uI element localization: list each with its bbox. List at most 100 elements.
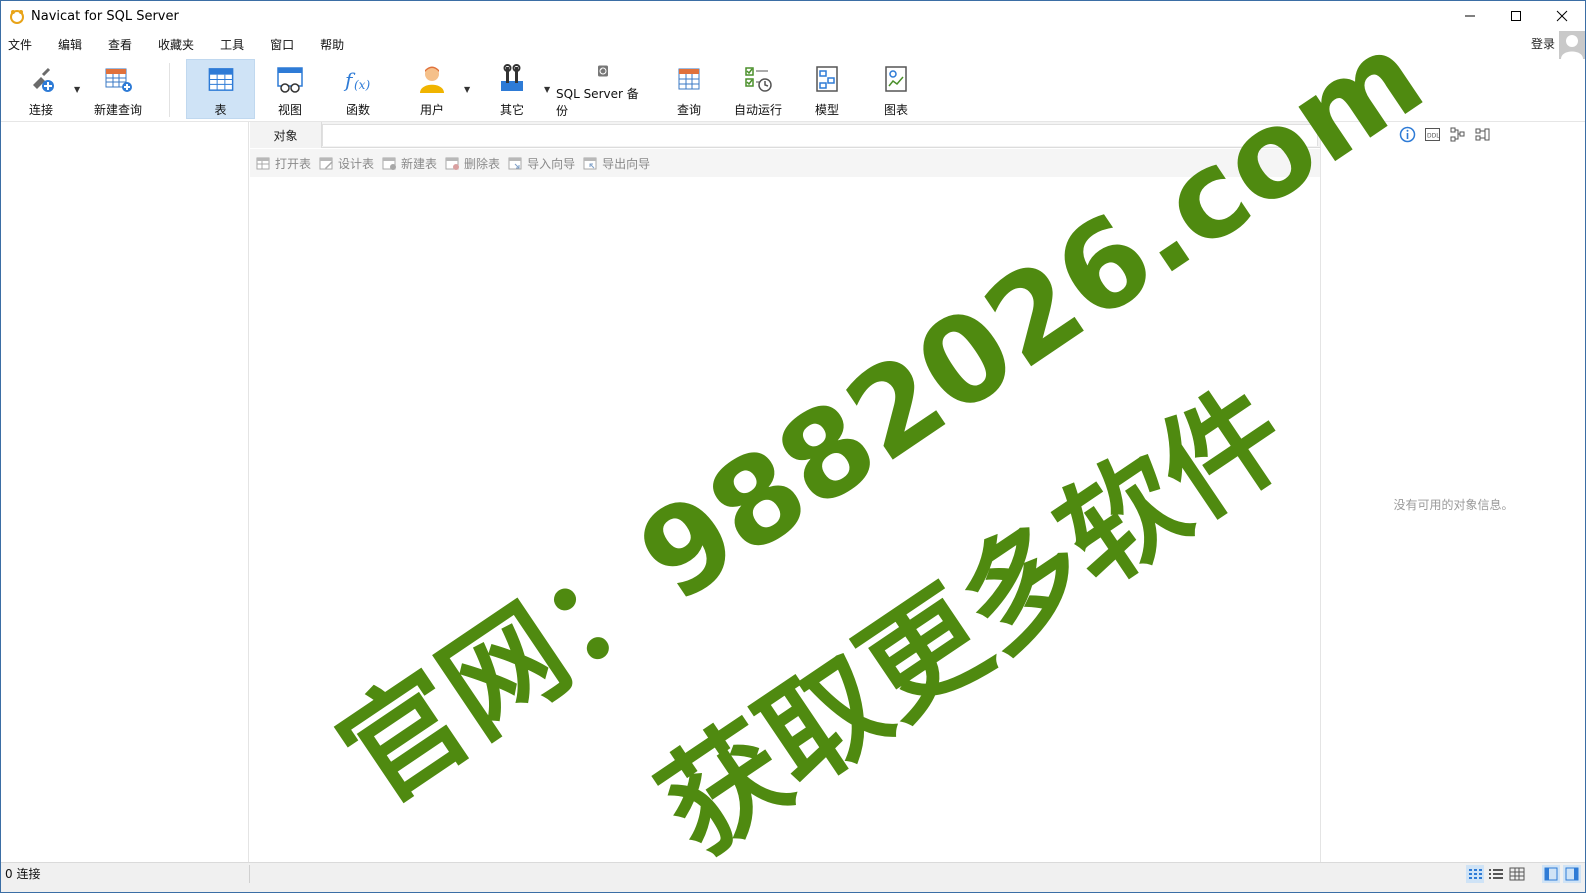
view-icon-button[interactable] [1508,865,1526,883]
view-icon [277,67,303,93]
new-query-button[interactable]: 新建查询 [89,59,147,119]
new-query-label: 新建查询 [93,103,142,117]
menu-favorites[interactable]: 收藏夹 [151,36,206,53]
query-button[interactable]: 查询 [660,59,718,119]
automation-icon [745,67,772,92]
delete-table-icon [445,157,460,170]
ddl-icon: DDL [1425,128,1440,141]
table-label: 表 [214,103,227,117]
usage-tab[interactable] [1474,126,1491,143]
object-list-area[interactable] [250,177,1320,862]
close-icon [1556,10,1568,22]
connection-tree-pane[interactable] [1,122,249,862]
model-button[interactable]: 模型 [798,59,856,119]
function-icon: f (x) [343,68,370,92]
chart-button[interactable]: 图表 [867,59,925,119]
menu-help[interactable]: 帮助 [313,36,356,53]
backup-button[interactable]: SQL Server 备份 [556,59,650,119]
new-table-label: 新建表 [401,156,438,171]
title-bar: Navicat for SQL Server [1,1,1585,31]
query-label: 查询 [676,103,701,117]
automation-button[interactable]: 自动运行 [729,59,787,119]
right-pane-icon [1563,865,1581,883]
menu-edit[interactable]: 编辑 [51,36,94,53]
list-view-icon [1489,869,1503,879]
automation-label: 自动运行 [733,103,782,117]
open-table-button[interactable]: 打开表 [256,155,311,172]
tab-strip-blank [322,124,1318,146]
function-button[interactable]: f (x) 函数 [329,59,387,119]
menu-tools[interactable]: 工具 [213,36,256,53]
close-button[interactable] [1539,1,1585,31]
export-wizard-label: 导出向导 [602,156,651,171]
delete-table-button[interactable]: 删除表 [445,155,500,172]
export-icon [583,157,597,169]
other-dropdown-icon[interactable]: ▼ [544,85,550,94]
user-avatar[interactable] [1559,31,1585,59]
menu-window[interactable]: 窗口 [263,36,306,53]
avatar-icon [1561,35,1583,59]
new-query-icon [105,68,132,92]
svg-text:DDL: DDL [1427,133,1440,140]
connect-button[interactable]: 连接 [11,59,71,119]
left-pane-icon [1542,865,1560,883]
ddl-tab[interactable]: DDL [1424,126,1441,143]
import-wizard-label: 导入向导 [527,156,576,171]
new-table-button[interactable]: 新建表 [382,155,437,172]
user-label: 用户 [419,103,444,117]
main-toolbar: 连接 ▼ 新建查询 表 视图 f (x) 函数 用户 ▼ 其它 ▼ SQL Se… [1,59,1585,121]
search-icon[interactable] [1290,155,1306,171]
menu-file[interactable]: 文件 [1,36,44,53]
svg-text:(x): (x) [354,78,370,92]
view-spacer [1529,865,1539,883]
design-table-label: 设计表 [338,156,375,171]
user-dropdown-icon[interactable]: ▼ [464,85,470,94]
table-button[interactable]: 表 [186,59,255,119]
navicat-logo-icon [10,10,24,24]
export-wizard-button[interactable]: 导出向导 [583,155,650,172]
backup-icon [598,65,608,77]
info-tab[interactable] [1399,126,1416,143]
minimize-button[interactable] [1447,1,1493,31]
chart-label: 图表 [883,103,908,117]
connection-count: 0 连接 [5,867,41,881]
query-icon [678,68,700,90]
connect-label: 连接 [28,103,53,117]
connect-dropdown-icon[interactable]: ▼ [74,85,80,94]
menu-view[interactable]: 查看 [101,36,144,53]
new-table-icon [382,157,397,170]
tools-icon [501,64,523,91]
view-button[interactable]: 视图 [261,59,319,119]
maximize-icon [1511,11,1521,21]
other-button[interactable]: 其它 [483,59,541,119]
status-divider [249,865,250,883]
design-table-button[interactable]: 设计表 [319,155,374,172]
import-wizard-button[interactable]: 导入向导 [508,155,575,172]
status-bar: 0 连接 [1,862,1585,892]
open-table-label: 打开表 [275,156,312,171]
user-icon [420,66,444,93]
window-title: Navicat for SQL Server [31,8,179,24]
backup-label: SQL Server 备份 [556,87,639,118]
table-icon [208,68,233,91]
toggle-left-pane-button[interactable] [1542,865,1560,883]
user-button[interactable]: 用户 [403,59,461,119]
dependency-tab[interactable] [1449,126,1466,143]
info-pane-toolbar: DDL [1399,126,1499,143]
grid-view-icon [1466,865,1484,883]
toggle-right-pane-button[interactable] [1563,865,1581,883]
login-button[interactable]: 登录 [1531,33,1555,55]
open-table-icon [256,157,270,169]
import-icon [508,157,522,169]
view-detail-button[interactable] [1487,865,1505,883]
model-label: 模型 [814,103,839,117]
view-list-button[interactable] [1466,865,1484,883]
toolbar-divider [169,63,170,117]
window-controls [1447,1,1585,31]
model-icon [816,66,838,92]
tab-objects[interactable]: 对象 [250,122,322,148]
app-window: Navicat for SQL Server 文件 编辑 查看 收藏夹 工具 窗… [0,0,1586,893]
maximize-button[interactable] [1493,1,1539,31]
delete-table-label: 删除表 [464,156,501,171]
other-label: 其它 [499,103,524,117]
